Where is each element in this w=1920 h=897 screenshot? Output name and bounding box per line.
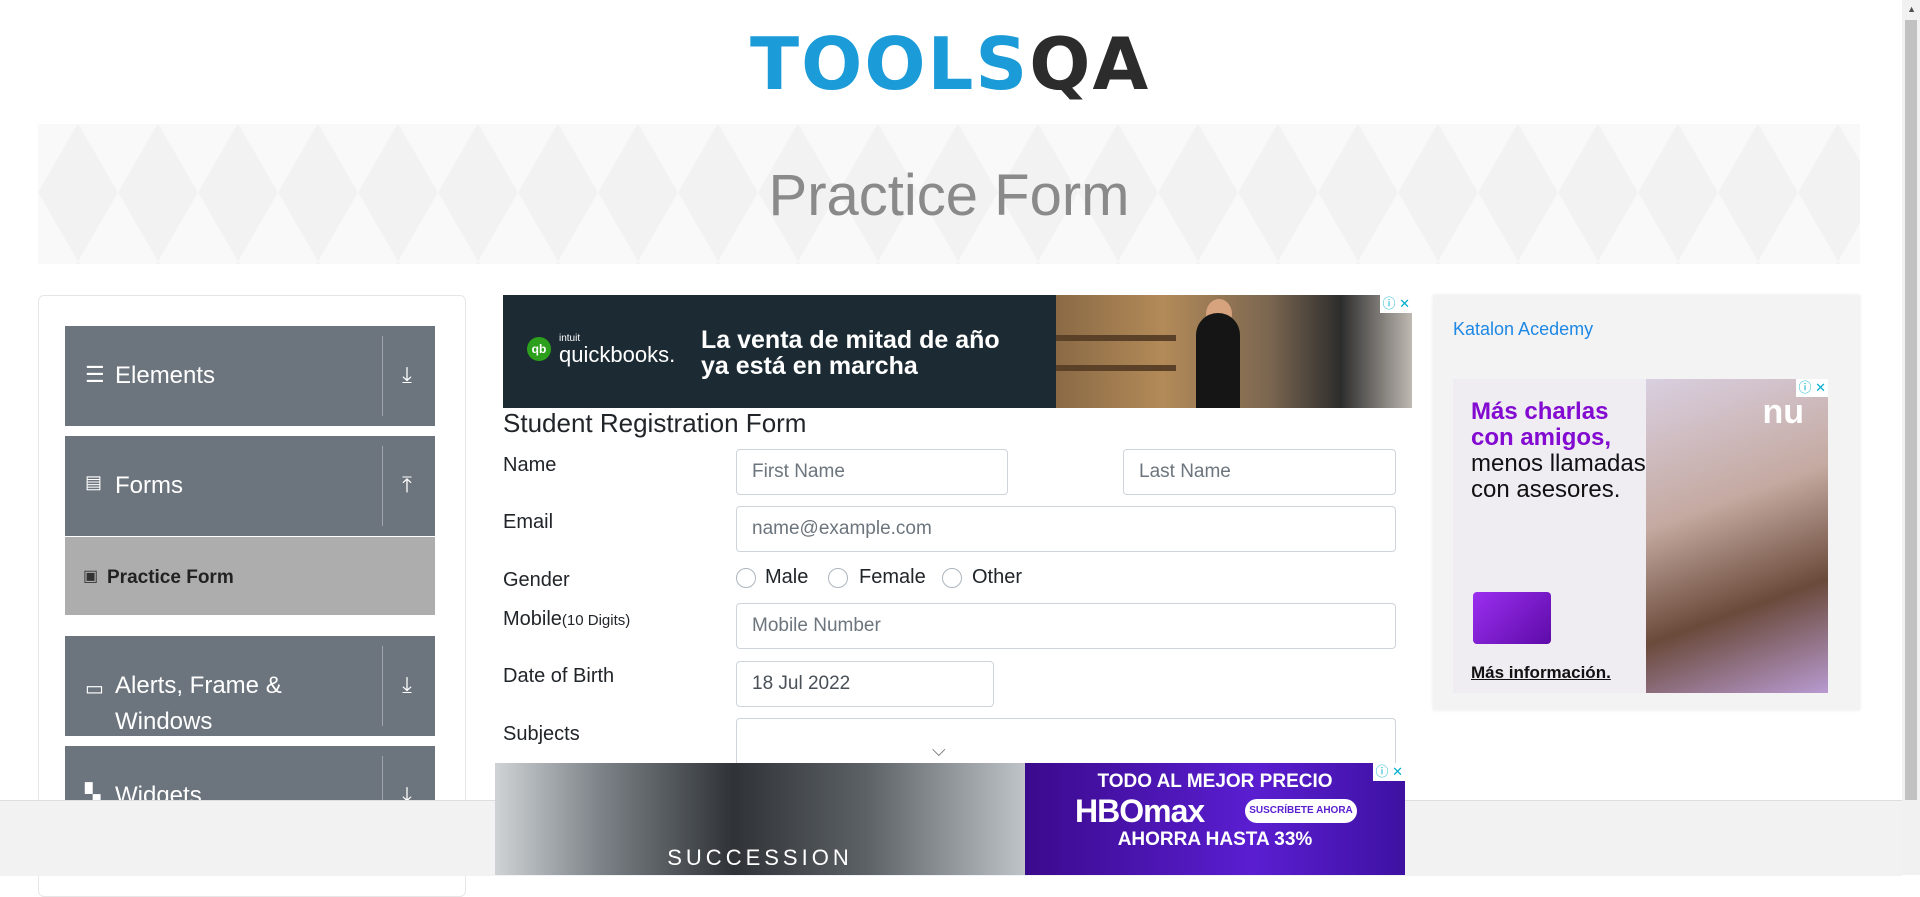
shelf <box>1056 365 1176 371</box>
html5-icon: ▣ <box>83 568 99 585</box>
nu-ad[interactable]: Más charlas con amigos, menos llamadas c… <box>1453 379 1828 693</box>
nu-ad-body: menos llamadas con asesores. <box>1471 450 1646 503</box>
ad-offer: AHORRA HASTA 33% <box>1117 829 1313 850</box>
radio-button[interactable] <box>942 568 962 588</box>
hbomax-ad[interactable]: SUCCESSION TODO AL MEJOR PRECIO HBOmax S… <box>495 763 1405 875</box>
divider <box>382 336 383 416</box>
scrollbar-thumb[interactable] <box>1905 20 1917 800</box>
name-label: Name <box>503 454 557 476</box>
credit-card-image <box>1473 592 1551 644</box>
sidebar-group-label: Alerts, Frame & Windows <box>115 672 282 735</box>
sidebar-group-forms[interactable]: ▤ Forms ⤒ <box>65 436 435 536</box>
quickbooks-ad[interactable]: qb intuit quickbooks. La venta de mitad … <box>503 295 1412 408</box>
radio-label: Other <box>972 566 1023 588</box>
sidebar-item-label: Practice Form <box>107 567 234 588</box>
ad-photo: SUCCESSION <box>495 763 1025 875</box>
right-ad-panel: Katalon Acedemy Más charlas con amigos, … <box>1433 295 1860 710</box>
ad-headline: La venta de mitad de año ya está en marc… <box>701 326 1000 380</box>
adchoices-icon[interactable]: ⓘ ✕ <box>1373 763 1405 781</box>
subjects-input[interactable] <box>736 718 1396 768</box>
email-input[interactable] <box>736 506 1396 552</box>
form-heading: Student Registration Form <box>503 408 807 438</box>
chevron-down-icon[interactable]: ⌵ <box>932 740 946 761</box>
sidebar-group-label: Forms <box>115 472 183 499</box>
radio-label: Female <box>859 566 926 588</box>
document-icon: ▤ <box>85 472 103 492</box>
mobile-label-text: Mobile <box>503 608 562 630</box>
window-icon: ▭ <box>85 678 104 700</box>
person <box>1196 313 1240 408</box>
mobile-hint: (10 Digits) <box>561 612 631 629</box>
nu-ad-text: Más charlas con amigos, menos llamadas c… <box>1471 399 1651 503</box>
mobile-label: Mobile(10 Digits) <box>503 608 630 631</box>
logo-text-tools: TOOLS <box>750 22 1030 106</box>
hamburger-icon: ☰ <box>85 362 105 387</box>
toolsqa-logo[interactable]: TOOLSQA <box>750 18 1154 112</box>
show-title: SUCCESSION <box>667 845 853 870</box>
last-name-input[interactable] <box>1123 449 1396 495</box>
logo-text-qa: QA <box>1029 22 1151 106</box>
email-label: Email <box>503 511 554 533</box>
divider <box>382 646 383 726</box>
download-arrow-icon: ⤓ <box>402 362 412 387</box>
radio-label: Male <box>765 566 809 588</box>
hbomax-logo: HBOmax <box>1075 793 1205 829</box>
radio-button[interactable] <box>736 568 756 588</box>
page-banner: Practice Form <box>38 124 1860 264</box>
quickbooks-logo-icon: qb <box>527 337 551 361</box>
nu-logo: nu <box>1762 393 1804 431</box>
ad-photo: nu <box>1646 379 1828 693</box>
ad-headline: TODO AL MEJOR PRECIO <box>1097 771 1333 792</box>
date-of-birth-input[interactable] <box>736 661 994 707</box>
divider <box>382 446 383 526</box>
mobile-input[interactable] <box>736 603 1396 649</box>
katalon-ad-link[interactable]: Katalon Acedemy <box>1453 319 1593 340</box>
upload-arrow-icon: ⤒ <box>402 472 412 497</box>
shelf <box>1056 335 1176 341</box>
nu-more-link[interactable]: Más información. <box>1471 663 1611 683</box>
radio-button[interactable] <box>828 568 848 588</box>
download-arrow-icon: ⤓ <box>402 672 412 697</box>
sidebar-group-elements[interactable]: ☰ Elements ⤓ <box>65 326 435 426</box>
first-name-input[interactable] <box>736 449 1008 495</box>
sidebar-group-alerts[interactable]: ▭ Alerts, Frame & Windows ⤓ <box>65 636 435 736</box>
adchoices-icon[interactable]: ⓘ ✕ <box>1796 379 1828 397</box>
subscribe-button[interactable]: SUSCRÍBETE AHORA <box>1245 799 1357 823</box>
gender-label: Gender <box>503 569 570 591</box>
ad-photo <box>1056 295 1412 408</box>
dob-label: Date of Birth <box>503 665 615 687</box>
scroll-up-arrow-icon[interactable]: ▲ <box>1907 4 1916 14</box>
sidebar-group-label: Elements <box>115 362 216 389</box>
page-title: Practice Form <box>768 163 1130 228</box>
subjects-label: Subjects <box>503 723 580 745</box>
ad-brand: quickbooks. <box>559 342 676 367</box>
page-scrollbar[interactable]: ▲ <box>1902 0 1920 875</box>
sidebar-item-practice-form[interactable]: ▣ Practice Form <box>65 537 435 615</box>
hbo-panel: TODO AL MEJOR PRECIO HBOmax SUSCRÍBETE A… <box>1025 763 1405 875</box>
adchoices-icon[interactable]: ⓘ ✕ <box>1380 295 1412 313</box>
nu-ad-highlight: Más charlas con amigos, <box>1471 398 1612 451</box>
